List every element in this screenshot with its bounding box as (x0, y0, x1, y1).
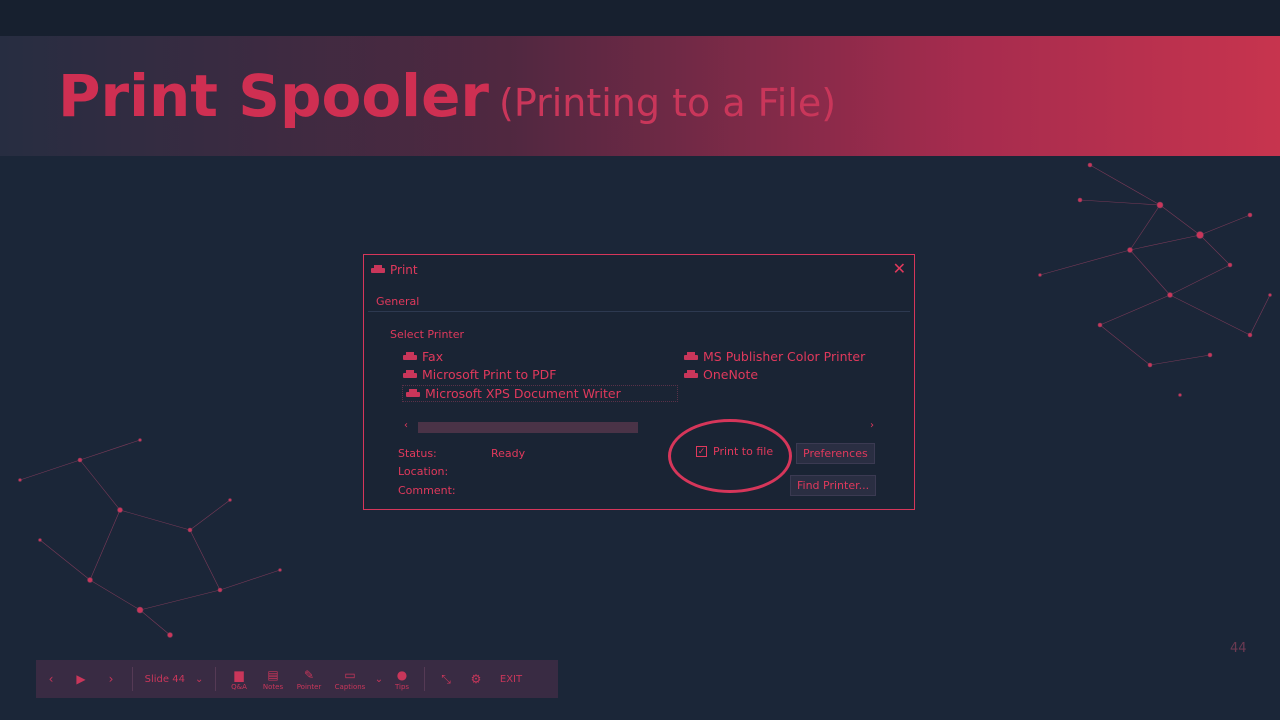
play-icon: ▶ (76, 672, 86, 686)
network-decoration-right (1038, 162, 1272, 397)
select-printer-label: Select Printer (390, 328, 465, 341)
printer-item-fax[interactable]: Fax (402, 349, 443, 364)
next-slide-button[interactable]: › (96, 672, 126, 686)
printer-icon (406, 388, 420, 397)
print-dialog: Print ✕ General Select Printer Fax Micro… (363, 254, 915, 510)
toolbar-divider (424, 667, 425, 691)
printer-item-microsoft-xps-document-writer[interactable]: Microsoft XPS Document Writer (402, 385, 678, 402)
printer-label: Microsoft Print to PDF (422, 367, 557, 382)
chevron-down-icon: ⌄ (374, 673, 384, 685)
toolbar-divider (132, 667, 133, 691)
lightbulb-icon: ● (396, 667, 408, 682)
find-printer-button[interactable]: Find Printer... (790, 475, 877, 496)
play-button[interactable]: ▶ (66, 672, 96, 686)
status-label: Status: (398, 447, 437, 460)
comment-label: Comment: (398, 484, 456, 497)
printer-item-ms-publisher-color-printer[interactable]: MS Publisher Color Printer (683, 349, 865, 364)
slide-selector-label: Slide 44 (144, 673, 185, 685)
highlight-circle (668, 419, 792, 493)
exit-label: EXIT (499, 673, 523, 685)
notes-label: Notes (262, 682, 284, 691)
slide-title-sub: (Printing to a File) (499, 81, 837, 125)
tab-strip: General (368, 289, 910, 312)
qa-label: Q&A (231, 682, 247, 691)
exit-button[interactable]: EXIT (491, 674, 531, 685)
close-icon[interactable]: ✕ (893, 259, 906, 278)
tab-general[interactable]: General (376, 295, 419, 308)
dialog-title: Print (390, 263, 418, 277)
printer-list-scrollbar[interactable]: ‹ › (400, 419, 878, 435)
captions-label: Captions (334, 682, 366, 691)
notes-icon: ▤ (267, 667, 279, 682)
pointer-button[interactable]: ✎ Pointer (290, 668, 328, 691)
status-value: Ready (491, 447, 526, 460)
qa-button[interactable]: ▆ Q&A (222, 668, 256, 691)
printer-label: Fax (422, 349, 444, 364)
presentation-toolbar: ‹ ▶ › Slide 44 ⌄ ▆ Q&A ▤ Notes ✎ Pointer… (36, 660, 558, 698)
collapse-icon: ⤡ (441, 672, 451, 686)
captions-icon: ▭ (344, 667, 356, 682)
fullscreen-button[interactable]: ⤡ (431, 672, 461, 686)
pointer-label: Pointer (296, 682, 322, 691)
toolbar-divider (215, 667, 216, 691)
scrollbar-thumb[interactable] (418, 422, 638, 433)
captions-dropdown[interactable]: ⌄ (372, 674, 386, 685)
chevron-right-icon: › (108, 672, 114, 686)
chevron-down-icon: ⌄ (194, 673, 204, 685)
dialog-title-bar: Print (370, 263, 418, 277)
printer-icon (403, 369, 417, 378)
captions-button[interactable]: ▭ Captions (328, 668, 372, 691)
chevron-left-icon: ‹ (48, 672, 54, 686)
printer-item-microsoft-print-to-pdf[interactable]: Microsoft Print to PDF (402, 367, 556, 382)
scroll-left-icon[interactable]: ‹ (404, 420, 408, 431)
location-label: Location: (398, 465, 449, 478)
slide-title-main: Print Spooler (58, 62, 490, 130)
network-decoration-left (18, 438, 282, 638)
printer-label: OneNote (703, 367, 759, 382)
previous-slide-button[interactable]: ‹ (36, 672, 66, 686)
top-strip (0, 0, 1280, 36)
pen-icon: ✎ (303, 667, 315, 682)
printer-label: Microsoft XPS Document Writer (425, 386, 621, 401)
printer-icon (403, 351, 417, 360)
chat-icon: ▆ (234, 667, 244, 682)
slide-selector[interactable]: Slide 44 ⌄ (139, 674, 209, 685)
tips-button[interactable]: ● Tips (386, 668, 418, 691)
tips-label: Tips (394, 682, 410, 691)
gear-icon: ⚙ (470, 672, 482, 686)
preferences-button[interactable]: Preferences (796, 443, 875, 464)
printer-label: MS Publisher Color Printer (703, 349, 866, 364)
printer-icon (371, 265, 385, 273)
scroll-right-icon[interactable]: › (870, 420, 874, 431)
settings-button[interactable]: ⚙ (461, 672, 491, 686)
notes-button[interactable]: ▤ Notes (256, 668, 290, 691)
printer-item-onenote[interactable]: OneNote (683, 367, 758, 382)
printer-icon (684, 351, 698, 360)
slide-number: 44 (1230, 641, 1247, 656)
slide-title: Print Spooler (Printing to a File) (58, 62, 836, 130)
onenote-printer-icon (684, 369, 698, 378)
